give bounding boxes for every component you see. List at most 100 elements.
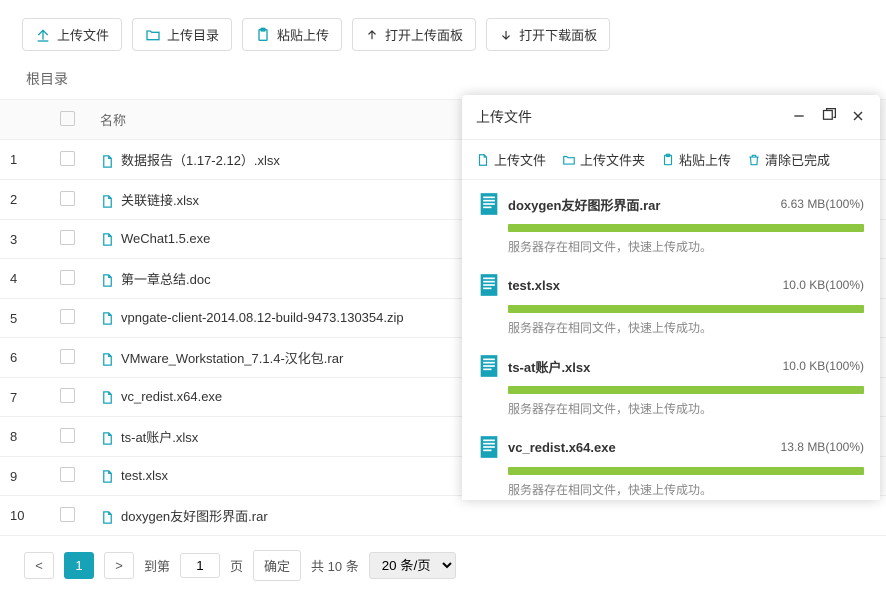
- upload-file-name: doxygen友好图形界面.rar: [508, 195, 781, 214]
- row-index: 2: [0, 180, 50, 220]
- file-icon: [100, 194, 115, 209]
- document-icon: [478, 433, 500, 461]
- arrow-down-icon: [499, 28, 513, 42]
- file-icon: [100, 469, 115, 484]
- upload-file-size: 10.0 KB(100%): [783, 278, 864, 292]
- row-checkbox[interactable]: [60, 349, 75, 364]
- file-icon: [100, 311, 115, 326]
- file-icon: [100, 390, 115, 405]
- goto-label: 到第: [144, 556, 170, 575]
- upload-item: test.xlsx10.0 KB(100%) 服务器存在相同文件，快速上传成功。: [478, 261, 864, 342]
- upload-item-list[interactable]: doxygen友好图形界面.rar6.63 MB(100%) 服务器存在相同文件，…: [462, 180, 880, 500]
- panel-paste-upload-button[interactable]: 粘贴上传: [661, 150, 731, 169]
- row-checkbox[interactable]: [60, 309, 75, 324]
- pagination: < 1 > 到第 页 确定 共 10 条 20 条/页: [0, 536, 886, 595]
- progress-bar: [508, 305, 864, 313]
- btn-label: 打开下载面板: [519, 25, 597, 44]
- upload-item: ts-at账户.xlsx10.0 KB(100%) 服务器存在相同文件，快速上传成…: [478, 342, 864, 423]
- file-icon: [476, 153, 490, 167]
- upload-status-text: 服务器存在相同文件，快速上传成功。: [508, 400, 864, 417]
- document-icon: [478, 271, 500, 299]
- document-icon: [478, 190, 500, 218]
- row-checkbox[interactable]: [60, 507, 75, 522]
- folder-icon: [145, 27, 161, 43]
- col-checkbox: [50, 100, 90, 140]
- file-time-cell: [666, 496, 816, 536]
- clipboard-icon: [661, 153, 675, 167]
- row-checkbox[interactable]: [60, 388, 75, 403]
- upload-file-name: ts-at账户.xlsx: [508, 357, 783, 376]
- row-index: 5: [0, 299, 50, 338]
- upload-file-name: test.xlsx: [508, 278, 783, 293]
- document-icon: [478, 352, 500, 380]
- row-checkbox[interactable]: [60, 428, 75, 443]
- open-download-panel-button[interactable]: 打开下载面板: [486, 18, 610, 51]
- row-index: 1: [0, 140, 50, 180]
- page-confirm-button[interactable]: 确定: [253, 550, 301, 581]
- upload-panel-header: 上传文件: [462, 95, 880, 140]
- row-index: 10: [0, 496, 50, 536]
- upload-file-size: 6.63 MB(100%): [781, 197, 864, 211]
- panel-upload-file-button[interactable]: 上传文件: [476, 150, 546, 169]
- row-checkbox[interactable]: [60, 270, 75, 285]
- file-icon: [100, 232, 115, 247]
- page-next-button[interactable]: >: [104, 552, 134, 579]
- checkbox-all[interactable]: [60, 111, 75, 126]
- btn-label: 上传目录: [167, 25, 219, 44]
- row-index: 7: [0, 378, 50, 417]
- row-index: 3: [0, 220, 50, 259]
- row-checkbox[interactable]: [60, 191, 75, 206]
- upload-dir-button[interactable]: 上传目录: [132, 18, 232, 51]
- page-prev-button[interactable]: <: [24, 552, 54, 579]
- upload-file-button[interactable]: 上传文件: [22, 18, 122, 51]
- progress-bar: [508, 386, 864, 394]
- paste-upload-button[interactable]: 粘贴上传: [242, 18, 342, 51]
- progress-bar: [508, 467, 864, 475]
- upload-status-text: 服务器存在相同文件，快速上传成功。: [508, 481, 864, 498]
- upload-panel-toolbar: 上传文件 上传文件夹 粘贴上传 清除已完成: [462, 140, 880, 180]
- minimize-icon[interactable]: [791, 108, 807, 127]
- upload-panel-title: 上传文件: [476, 107, 532, 127]
- row-checkbox[interactable]: [60, 151, 75, 166]
- row-index: 8: [0, 417, 50, 457]
- breadcrumb[interactable]: 根目录: [0, 65, 886, 99]
- row-index: 6: [0, 338, 50, 378]
- file-size-cell: [586, 496, 666, 536]
- main-toolbar: 上传文件 上传目录 粘贴上传 打开上传面板 打开下载面板: [0, 0, 886, 65]
- per-page-select[interactable]: 20 条/页: [369, 552, 456, 579]
- open-upload-panel-button[interactable]: 打开上传面板: [352, 18, 476, 51]
- file-name-cell[interactable]: doxygen友好图形界面.rar: [90, 496, 586, 536]
- upload-icon: [35, 27, 51, 43]
- upload-panel: 上传文件 上传文件 上传文件夹 粘贴上传 清除已完成 doxygen友好图形界面…: [462, 95, 880, 500]
- file-icon: [100, 431, 115, 446]
- row-checkbox[interactable]: [60, 230, 75, 245]
- table-row: 10 doxygen友好图形界面.rar: [0, 496, 886, 536]
- file-icon: [100, 352, 115, 367]
- col-index: [0, 100, 50, 140]
- file-icon: [100, 273, 115, 288]
- folder-icon: [562, 153, 576, 167]
- upload-item: vc_redist.x64.exe13.8 MB(100%)服务器存在相同文件，…: [478, 423, 864, 500]
- maximize-icon[interactable]: [821, 108, 836, 126]
- panel-upload-folder-button[interactable]: 上传文件夹: [562, 150, 645, 169]
- upload-status-text: 服务器存在相同文件，快速上传成功。: [508, 238, 864, 255]
- panel-clear-done-button[interactable]: 清除已完成: [747, 150, 830, 169]
- page-number-button[interactable]: 1: [64, 552, 94, 579]
- upload-item: doxygen友好图形界面.rar6.63 MB(100%) 服务器存在相同文件，…: [478, 180, 864, 261]
- row-index: 9: [0, 457, 50, 496]
- upload-file-size: 10.0 KB(100%): [783, 359, 864, 373]
- progress-bar: [508, 224, 864, 232]
- arrow-up-icon: [365, 28, 379, 42]
- row-index: 4: [0, 259, 50, 299]
- clipboard-icon: [255, 27, 271, 43]
- page-input[interactable]: [180, 553, 220, 578]
- upload-status-text: 服务器存在相同文件，快速上传成功。: [508, 319, 864, 336]
- close-icon[interactable]: [850, 108, 866, 127]
- file-icon: [100, 510, 115, 525]
- row-checkbox[interactable]: [60, 467, 75, 482]
- btn-label: 上传文件: [57, 25, 109, 44]
- upload-file-name: vc_redist.x64.exe: [508, 440, 781, 455]
- trash-icon: [747, 153, 761, 167]
- page-unit: 页: [230, 556, 243, 575]
- file-icon: [100, 154, 115, 169]
